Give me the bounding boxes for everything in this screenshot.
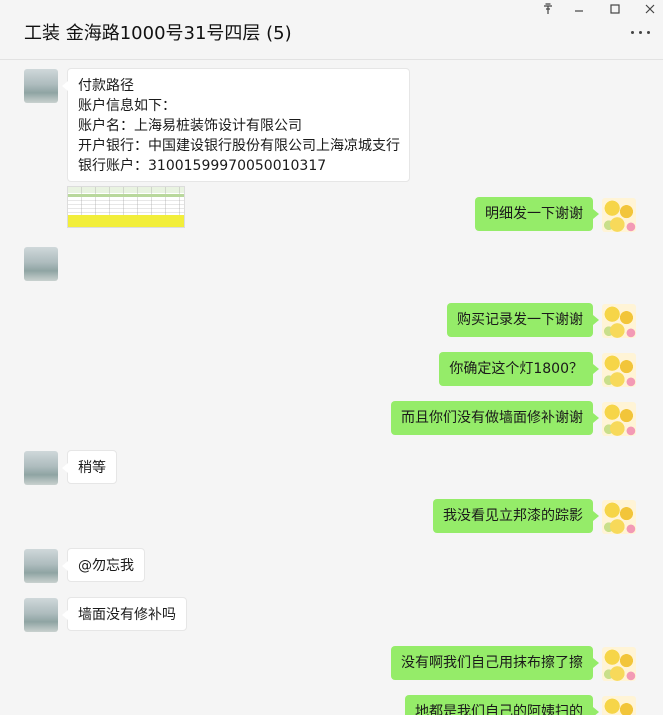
message-line: 付款路径: [78, 78, 134, 94]
message-bubble[interactable]: @勿忘我: [62, 548, 145, 582]
message-text: 明细发一下谢谢: [485, 206, 583, 222]
minimize-icon[interactable]: [568, 0, 590, 18]
message-text: 墙面没有修补吗: [78, 607, 176, 623]
message-bubble[interactable]: 稍等: [62, 450, 117, 484]
avatar[interactable]: [24, 247, 58, 281]
message-bubble[interactable]: 你确定这个灯1800？: [439, 352, 599, 386]
message-text: 购买记录发一下谢谢: [457, 312, 583, 328]
avatar[interactable]: [602, 500, 636, 534]
message-list[interactable]: 付款路径 账户信息如下： 账户名：上海易桩装饰设计有限公司 开户银行：中国建设银…: [0, 60, 663, 715]
close-icon[interactable]: [639, 0, 661, 18]
message-bubble[interactable]: 明细发一下谢谢: [475, 197, 599, 231]
message-bubble[interactable]: 付款路径 账户信息如下： 账户名：上海易桩装饰设计有限公司 开户银行：中国建设银…: [62, 68, 410, 182]
message-line: 银行账户：31001599970050010317: [78, 158, 327, 174]
message-line: 开户银行：中国建设银行股份有限公司上海凉城支行: [78, 138, 400, 154]
message-text: @勿忘我: [78, 558, 134, 574]
message-text: 而且你们没有做墙面修补谢谢: [401, 410, 583, 426]
avatar[interactable]: [602, 198, 636, 232]
message-line: 账户信息如下：: [78, 98, 176, 114]
title-bar: 工装 金海路1000号31号四层 (5): [0, 0, 663, 60]
message-bubble[interactable]: 没有啊我们自己用抹布擦了擦: [391, 646, 599, 680]
avatar[interactable]: [24, 598, 58, 632]
message-text: 你确定这个灯1800？: [449, 361, 583, 377]
more-dots-icon[interactable]: [629, 28, 653, 38]
message-bubble[interactable]: 墙面没有修补吗: [62, 597, 187, 631]
avatar[interactable]: [602, 647, 636, 681]
message-bubble[interactable]: 地都是我们自己的阿姨扫的: [405, 695, 599, 715]
message-bubble[interactable]: 而且你们没有做墙面修补谢谢: [391, 401, 599, 435]
message-bubble[interactable]: 购买记录发一下谢谢: [447, 303, 599, 337]
avatar[interactable]: [24, 549, 58, 583]
message-text: 稍等: [78, 460, 106, 476]
spreadsheet-image[interactable]: [67, 186, 185, 228]
chat-title: 工装 金海路1000号31号四层 (5): [24, 23, 292, 44]
message-text: 没有啊我们自己用抹布擦了擦: [401, 655, 583, 671]
avatar[interactable]: [602, 353, 636, 387]
avatar[interactable]: [602, 304, 636, 338]
message-text: 我没看见立邦漆的踪影: [443, 508, 583, 524]
maximize-icon[interactable]: [604, 0, 626, 18]
message-bubble[interactable]: 我没看见立邦漆的踪影: [433, 499, 599, 533]
avatar[interactable]: [24, 69, 58, 103]
message-text: 地都是我们自己的阿姨扫的: [415, 704, 583, 715]
avatar[interactable]: [602, 402, 636, 436]
message-line: 账户名：上海易桩装饰设计有限公司: [78, 118, 302, 134]
pin-icon[interactable]: [537, 0, 559, 18]
avatar[interactable]: [602, 696, 636, 715]
avatar[interactable]: [24, 451, 58, 485]
